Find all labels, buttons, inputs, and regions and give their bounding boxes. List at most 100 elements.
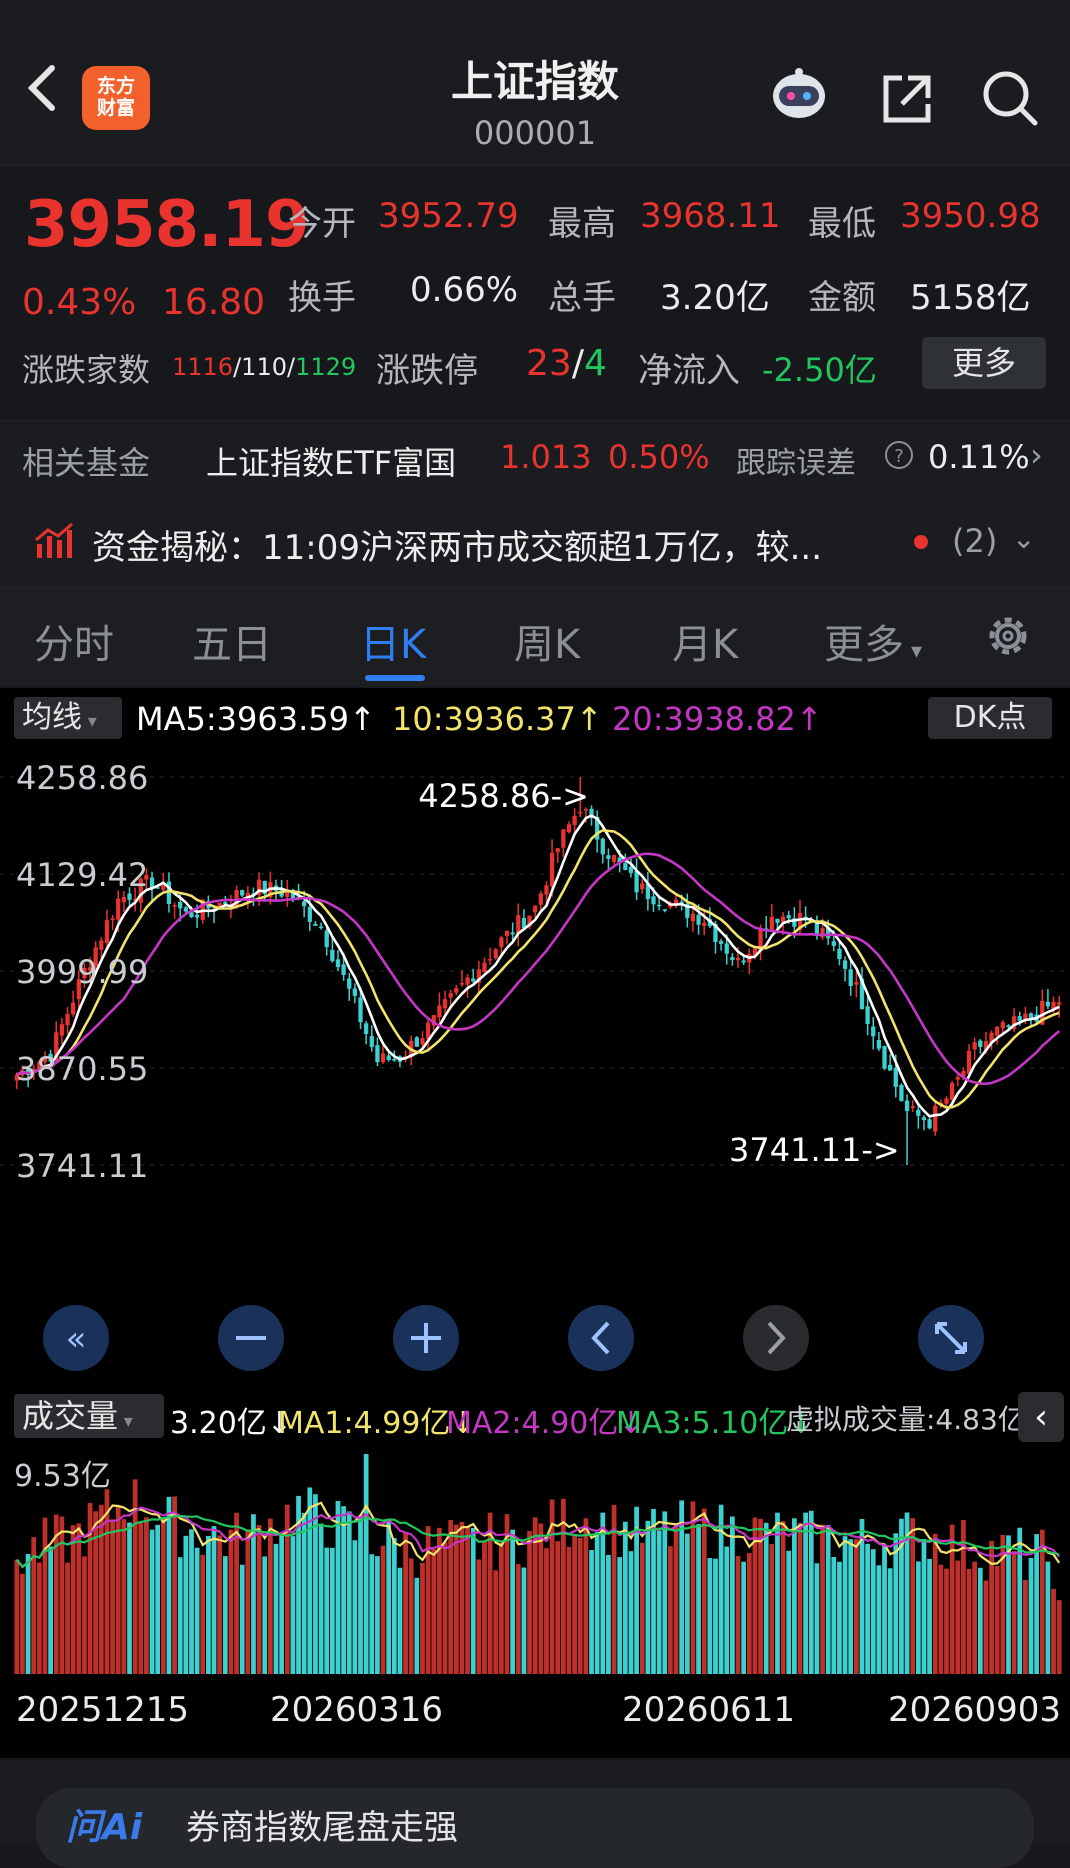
- candle-body: [656, 904, 662, 907]
- search-button[interactable]: [980, 68, 1040, 128]
- ma-selector[interactable]: 均线 ▾: [14, 697, 122, 739]
- volume-bar: [420, 1562, 425, 1674]
- candle-body: [194, 914, 200, 918]
- volume-bar: [910, 1518, 916, 1674]
- volume-selector[interactable]: 成交量 ▾: [14, 1394, 164, 1438]
- volume-bar: [369, 1554, 375, 1674]
- volume-bar: [482, 1542, 487, 1674]
- app-logo: 东方 财富: [82, 66, 150, 130]
- volume-bar: [42, 1517, 48, 1674]
- volume-bar: [183, 1535, 189, 1674]
- volume-bar: [966, 1568, 972, 1674]
- volume-bar: [262, 1556, 268, 1674]
- volume-bar: [155, 1524, 161, 1674]
- fast-back-button[interactable]: «: [43, 1305, 109, 1371]
- step-forward-button[interactable]: [743, 1305, 809, 1371]
- candle-body: [59, 1024, 65, 1036]
- volume-bar: [335, 1500, 341, 1674]
- volume-selector-label: 成交量: [22, 1397, 119, 1435]
- volume-bar: [65, 1562, 70, 1674]
- volume-bar: [363, 1454, 369, 1674]
- volume-bar: [673, 1525, 679, 1674]
- amount-value: 5158亿: [910, 278, 1031, 318]
- dk-point-button[interactable]: DK点: [928, 697, 1052, 739]
- volume-bar: [746, 1552, 752, 1674]
- fund-name[interactable]: 上证指数ETF富国: [206, 438, 456, 484]
- candle-body: [735, 957, 741, 961]
- candle-body: [448, 993, 453, 998]
- candle-body: [504, 930, 510, 936]
- volume-bar: [696, 1524, 701, 1674]
- more-quote-button[interactable]: 更多: [922, 337, 1046, 389]
- ai-robot-icon[interactable]: [768, 66, 830, 122]
- min-price-annotation: 3741.11->: [729, 1131, 900, 1169]
- volume-bar: [848, 1539, 854, 1674]
- tab-monthly-k[interactable]: 月K: [672, 612, 738, 670]
- virtual-volume: 虚拟成交量:4.83亿: [786, 1403, 1026, 1436]
- candle-body: [566, 824, 572, 833]
- zoom-in-button[interactable]: [393, 1305, 459, 1371]
- volume-bar: [110, 1519, 115, 1674]
- candle-body: [386, 1055, 391, 1061]
- step-back-button[interactable]: [568, 1305, 634, 1371]
- volume-bar: [470, 1527, 476, 1674]
- help-icon[interactable]: ?: [884, 440, 914, 470]
- volume-bar: [938, 1564, 944, 1674]
- volume-bar: [448, 1519, 454, 1674]
- collapse-button[interactable]: ‹: [1018, 1392, 1064, 1442]
- volume-bar: [927, 1558, 932, 1674]
- volume-bar: [617, 1557, 623, 1674]
- volume-bar: [59, 1516, 65, 1674]
- news-text[interactable]: 资金揭秘：11:09沪深两市成交额超1万亿，较...: [92, 520, 822, 569]
- ma-lines: [16, 814, 1061, 1118]
- fullscreen-button[interactable]: [918, 1305, 984, 1371]
- tab-weekly-k[interactable]: 周K: [514, 612, 580, 670]
- share-button[interactable]: [878, 70, 936, 128]
- date-label-2: 20260316: [270, 1690, 444, 1730]
- candle-body: [561, 829, 566, 848]
- volume-bar: [222, 1556, 228, 1674]
- candlestick-chart[interactable]: 4258.86 4129.42 3999.99 3870.55 3741.11 4258…: [0, 745, 1070, 1385]
- share-icon: [883, 75, 931, 123]
- change-percent: 0.43%: [22, 282, 137, 323]
- gear-icon[interactable]: [982, 610, 1034, 662]
- candle-body: [302, 901, 307, 907]
- tab-daily-k[interactable]: 日K: [360, 612, 426, 670]
- tab-five-day[interactable]: 五日: [192, 612, 272, 670]
- candle-body: [741, 960, 746, 963]
- back-button[interactable]: [22, 58, 68, 118]
- zoom-out-button[interactable]: [218, 1305, 284, 1371]
- volume-bar: [318, 1523, 324, 1674]
- volume-bar: [555, 1541, 561, 1674]
- ma20-value: 20:3938.82↑: [612, 700, 823, 738]
- chevron-down-icon[interactable]: ⌄: [1012, 522, 1035, 555]
- candle-body: [690, 913, 696, 922]
- volume-bar: [865, 1543, 870, 1674]
- volume-bar: [566, 1546, 572, 1674]
- volume-bar: [983, 1580, 989, 1674]
- double-left-icon: «: [66, 1319, 87, 1359]
- candle-body: [482, 962, 487, 972]
- candle-body: [916, 1109, 921, 1116]
- volume-bar: [251, 1514, 256, 1674]
- volume-bar: [955, 1560, 961, 1674]
- candle-body: [831, 941, 836, 946]
- page-title: 上证指数: [450, 57, 619, 106]
- volume-bar: [194, 1547, 200, 1674]
- volume-bar: [814, 1563, 820, 1674]
- volume-bar: [48, 1546, 53, 1674]
- volume-bar: [921, 1538, 927, 1674]
- candle-body: [572, 815, 577, 826]
- candle-body: [921, 1117, 927, 1121]
- volume-chart[interactable]: 9.53亿: [0, 1446, 1070, 1686]
- volume-bar: [1023, 1579, 1028, 1674]
- tab-intraday[interactable]: 分时: [34, 612, 114, 670]
- chevron-right-icon: ›: [1030, 436, 1043, 474]
- ai-news-card[interactable]: 问Ai 券商指数尾盘走强: [36, 1788, 1034, 1868]
- turnover-label: 换手: [288, 278, 356, 318]
- tab-more[interactable]: 更多 ▾: [824, 612, 922, 670]
- ai-logo: 问Ai: [66, 1807, 143, 1848]
- volume-bar: [577, 1537, 583, 1674]
- candle-body: [899, 1084, 904, 1102]
- ma20-line: [16, 852, 1061, 1086]
